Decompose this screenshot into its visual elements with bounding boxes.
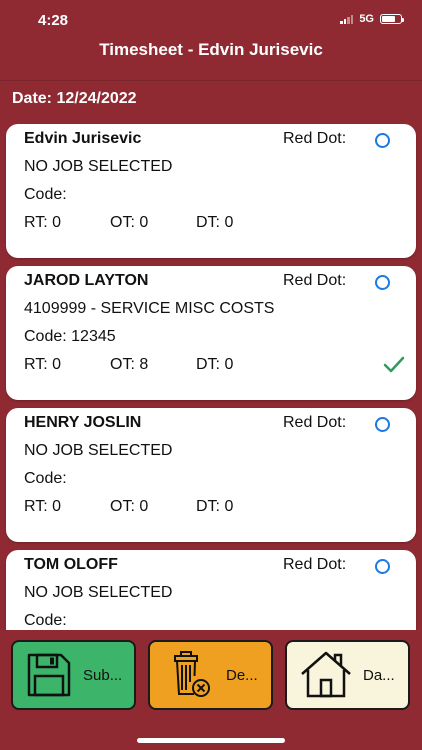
dt-hours: DT: 0 <box>196 498 234 515</box>
employee-card[interactable]: HENRY JOSLIN Red Dot: NO JOB SELECTED Co… <box>6 408 416 542</box>
code-label: Code: 12345 <box>24 328 116 345</box>
ot-hours: OT: 8 <box>110 356 149 373</box>
employee-card[interactable]: TOM OLOFF Red Dot: NO JOB SELECTED Code: <box>6 550 416 630</box>
dashboard-button[interactable]: Da... <box>285 640 410 710</box>
employee-name: Edvin Jurisevic <box>24 130 142 147</box>
delete-label: De... <box>226 666 258 684</box>
hours-row: RT: 0 OT: 0 DT: 0 <box>24 498 233 516</box>
bottom-toolbar: Sub... De... Da... <box>0 630 422 750</box>
code-label: Code: <box>24 612 67 629</box>
job-label: NO JOB SELECTED <box>24 442 173 459</box>
employee-card[interactable]: JAROD LAYTON Red Dot: 4109999 - SERVICE … <box>6 266 416 400</box>
checkmark-icon <box>383 356 405 373</box>
red-dot-label: Red Dot: <box>283 272 347 289</box>
ot-hours: OT: 0 <box>110 498 149 515</box>
employee-card[interactable]: Edvin Jurisevic Red Dot: NO JOB SELECTED… <box>6 124 416 258</box>
floppy-disk-icon <box>27 653 71 697</box>
rt-hours: RT: 0 <box>24 356 62 373</box>
hours-row: RT: 0 OT: 8 DT: 0 <box>24 356 233 374</box>
dashboard-label: Da... <box>363 666 395 684</box>
timesheet-list[interactable]: Edvin Jurisevic Red Dot: NO JOB SELECTED… <box>0 124 422 630</box>
status-time: 4:28 <box>38 12 69 29</box>
code-label: Code: <box>24 470 67 487</box>
trash-icon <box>174 651 210 697</box>
rt-hours: RT: 0 <box>24 498 62 515</box>
home-icon <box>301 651 351 698</box>
employee-name: JAROD LAYTON <box>24 272 149 289</box>
red-dot-radio[interactable] <box>375 275 390 290</box>
employee-name: HENRY JOSLIN <box>24 414 142 431</box>
employee-name: TOM OLOFF <box>24 556 118 573</box>
signal-icon <box>340 14 354 24</box>
home-indicator[interactable] <box>137 738 285 743</box>
status-indicators: 5G <box>340 13 404 25</box>
red-dot-label: Red Dot: <box>283 556 347 573</box>
job-label: NO JOB SELECTED <box>24 158 173 175</box>
rt-hours: RT: 0 <box>24 214 62 231</box>
submit-button[interactable]: Sub... <box>11 640 136 710</box>
job-label: 4109999 - SERVICE MISC COSTS <box>24 300 275 317</box>
date-label: Date: 12/24/2022 <box>12 90 137 107</box>
red-dot-radio[interactable] <box>375 417 390 432</box>
submit-label: Sub... <box>83 666 123 684</box>
hours-row: RT: 0 OT: 0 DT: 0 <box>24 214 233 232</box>
red-dot-label: Red Dot: <box>283 414 347 431</box>
network-label: 5G <box>359 13 374 25</box>
job-label: NO JOB SELECTED <box>24 584 173 601</box>
page-title: Timesheet - Edvin Jurisevic <box>99 40 323 59</box>
code-label: Code: <box>24 186 67 203</box>
status-bar: 4:28 5G <box>0 0 422 40</box>
dt-hours: DT: 0 <box>196 356 234 373</box>
header-divider <box>0 80 422 81</box>
ot-hours: OT: 0 <box>110 214 149 231</box>
delete-button[interactable]: De... <box>148 640 273 710</box>
red-dot-radio[interactable] <box>375 133 390 148</box>
red-dot-label: Red Dot: <box>283 130 347 147</box>
dt-hours: DT: 0 <box>196 214 234 231</box>
battery-icon <box>380 14 404 24</box>
red-dot-radio[interactable] <box>375 559 390 574</box>
